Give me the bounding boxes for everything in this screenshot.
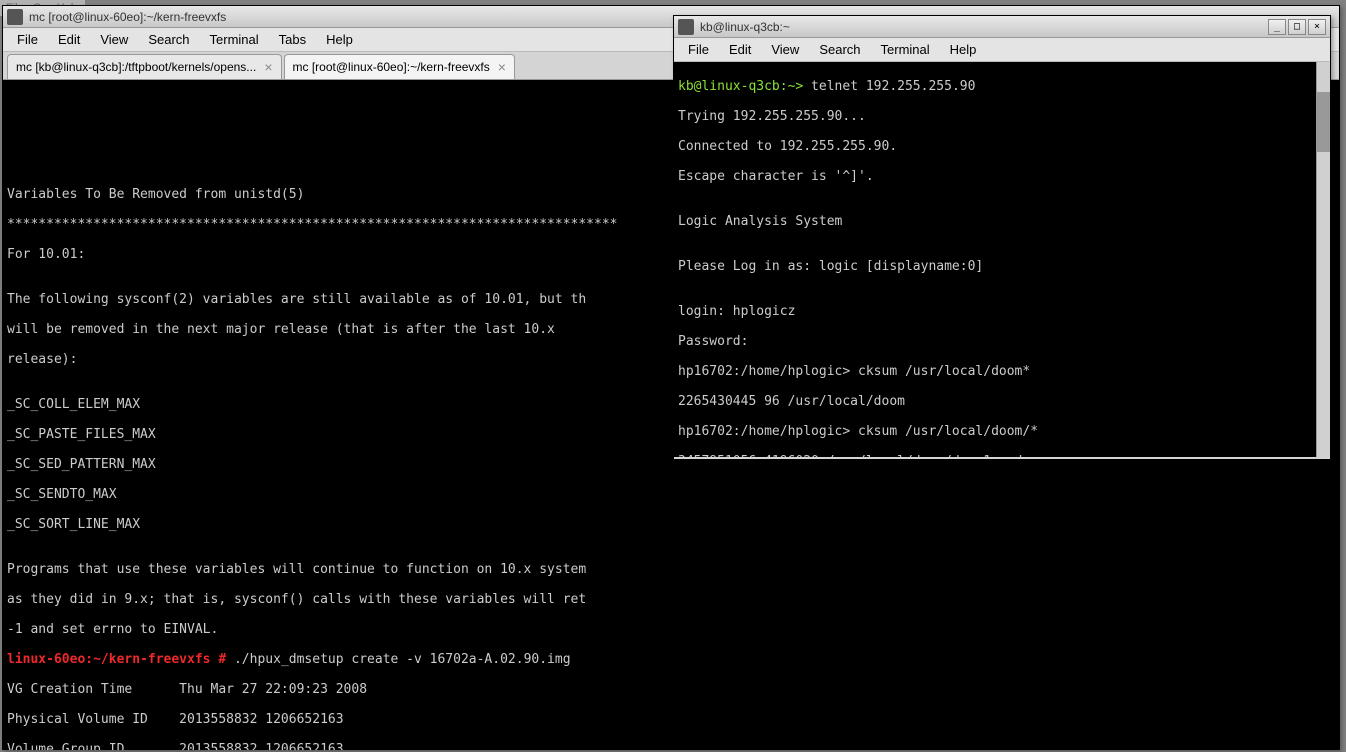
terminal-output[interactable]: kb@linux-q3cb:~> telnet 192.255.255.90 T… <box>674 62 1330 457</box>
menu-search[interactable]: Search <box>138 29 199 50</box>
scrollbar-thumb[interactable] <box>1317 92 1330 152</box>
terminal-prompt-line: hp16702:/home/hplogic> cksum /usr/local/… <box>678 364 1326 379</box>
menu-search[interactable]: Search <box>809 39 870 60</box>
scrollbar[interactable] <box>1316 62 1330 457</box>
terminal-line: as they did in 9.x; that is, sysconf() c… <box>7 592 1335 607</box>
command: telnet 192.255.255.90 <box>803 79 975 94</box>
terminal-line: Connected to 192.255.255.90. <box>678 139 1326 154</box>
minimize-button[interactable]: _ <box>1268 19 1286 35</box>
command: cksum /usr/local/doom* <box>850 364 1030 379</box>
menu-terminal[interactable]: Terminal <box>871 39 940 60</box>
window-controls: _ □ × <box>1268 19 1326 35</box>
menu-help[interactable]: Help <box>316 29 363 50</box>
terminal-line: Trying 192.255.255.90... <box>678 109 1326 124</box>
terminal-line: 3457951056 4196020 /usr/local/doom/doom1… <box>678 454 1326 457</box>
menu-help[interactable]: Help <box>940 39 987 60</box>
prompt: kb@linux-q3cb:~> <box>678 79 803 94</box>
terminal-line: Logic Analysis System <box>678 214 1326 229</box>
close-icon[interactable]: × <box>264 59 272 75</box>
window-title: kb@linux-q3cb:~ <box>700 20 1268 34</box>
tab-1[interactable]: mc [kb@linux-q3cb]:/tftpboot/kernels/ope… <box>7 54 282 79</box>
command: ./hpux_dmsetup create -v 16702a-A.02.90.… <box>226 652 570 667</box>
terminal-line: Password: <box>678 334 1326 349</box>
terminal-line: 2265430445 96 /usr/local/doom <box>678 394 1326 409</box>
menu-edit[interactable]: Edit <box>719 39 761 60</box>
window-telnet-terminal: kb@linux-q3cb:~ _ □ × File Edit View Sea… <box>673 15 1331 460</box>
terminal-prompt-line: kb@linux-q3cb:~> telnet 192.255.255.90 <box>678 79 1326 94</box>
tab-2-active[interactable]: mc [root@linux-60eo]:~/kern-freevxfs × <box>284 54 515 79</box>
menu-edit[interactable]: Edit <box>48 29 90 50</box>
prompt: hp16702:/home/hplogic> <box>678 424 850 439</box>
close-icon[interactable]: × <box>498 59 506 75</box>
titlebar[interactable]: kb@linux-q3cb:~ _ □ × <box>674 16 1330 38</box>
menu-terminal[interactable]: Terminal <box>200 29 269 50</box>
terminal-prompt-line: hp16702:/home/hplogic> cksum /usr/local/… <box>678 424 1326 439</box>
command: cksum /usr/local/doom/* <box>850 424 1038 439</box>
tab-label: mc [root@linux-60eo]:~/kern-freevxfs <box>293 60 490 74</box>
terminal-line: Volume Group ID 2013558832 1206652163 <box>7 742 1335 750</box>
menu-file[interactable]: File <box>678 39 719 60</box>
terminal-line: VG Creation Time Thu Mar 27 22:09:23 200… <box>7 682 1335 697</box>
prompt: linux-60eo:~/kern-freevxfs # <box>7 652 226 667</box>
terminal-line: Programs that use these variables will c… <box>7 562 1335 577</box>
terminal-line: -1 and set errno to EINVAL. <box>7 622 1335 637</box>
terminal-line: _SC_SORT_LINE_MAX <box>7 517 1335 532</box>
menu-view[interactable]: View <box>90 29 138 50</box>
tab-label: mc [kb@linux-q3cb]:/tftpboot/kernels/ope… <box>16 60 256 74</box>
terminal-line: _SC_SENDTO_MAX <box>7 487 1335 502</box>
terminal-line: Escape character is '^]'. <box>678 169 1326 184</box>
maximize-button[interactable]: □ <box>1288 19 1306 35</box>
terminal-line: Physical Volume ID 2013558832 1206652163 <box>7 712 1335 727</box>
menubar: File Edit View Search Terminal Help <box>674 38 1330 62</box>
prompt: hp16702:/home/hplogic> <box>678 364 850 379</box>
app-icon <box>7 9 23 25</box>
close-button[interactable]: × <box>1308 19 1326 35</box>
menu-view[interactable]: View <box>761 39 809 60</box>
menu-file[interactable]: File <box>7 29 48 50</box>
app-icon <box>678 19 694 35</box>
terminal-prompt-line: linux-60eo:~/kern-freevxfs # ./hpux_dmse… <box>7 652 1335 667</box>
terminal-line: login: hplogicz <box>678 304 1326 319</box>
terminal-line: Please Log in as: logic [displayname:0] <box>678 259 1326 274</box>
menu-tabs[interactable]: Tabs <box>269 29 316 50</box>
